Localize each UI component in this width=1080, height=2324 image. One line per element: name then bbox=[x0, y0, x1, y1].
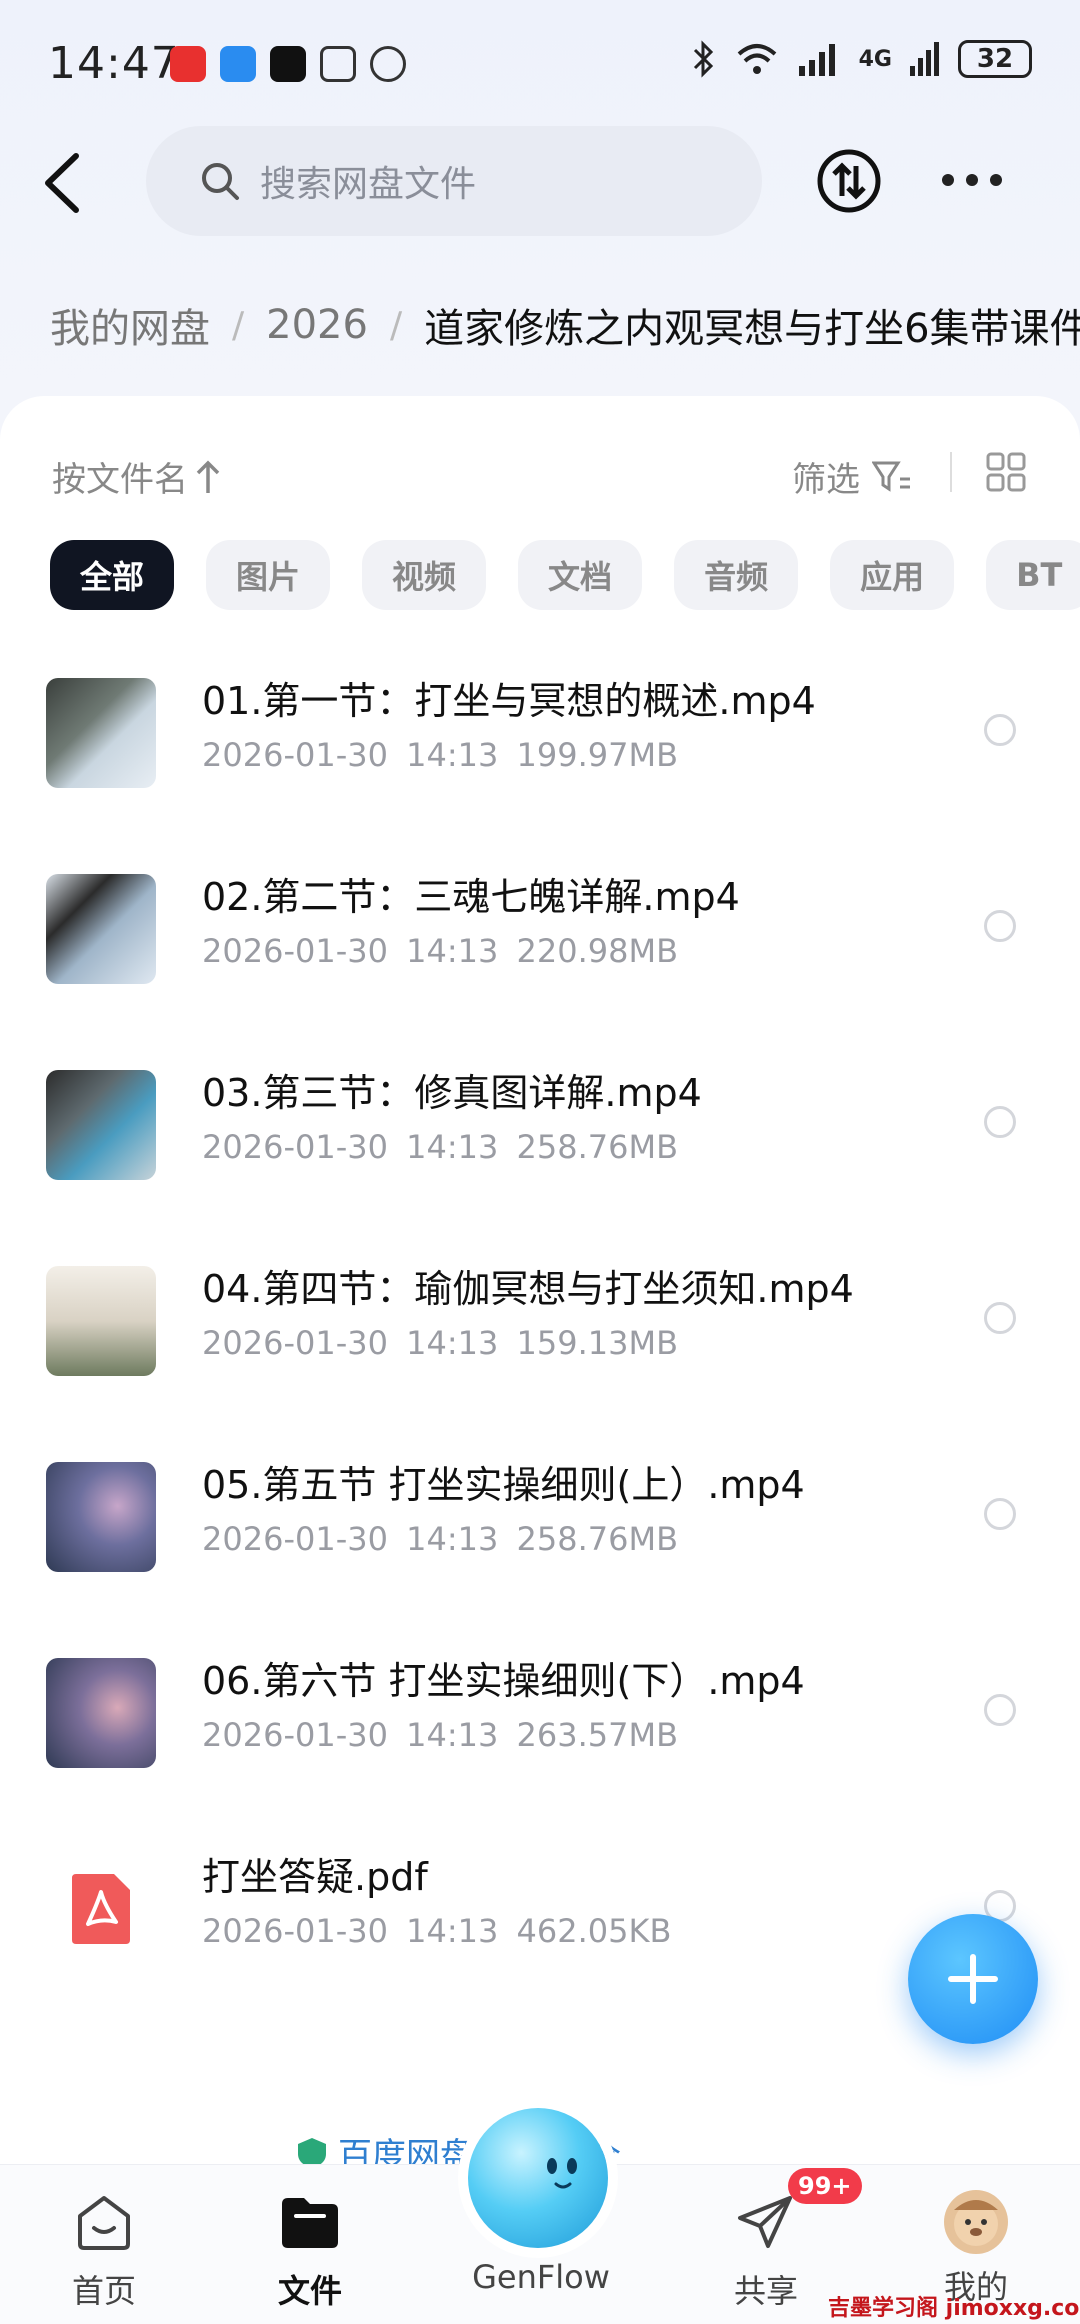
select-radio[interactable] bbox=[984, 714, 1016, 746]
folder-icon bbox=[282, 2198, 338, 2248]
file-meta: 2026-01-30 14:13 258.76MB bbox=[202, 1128, 679, 1166]
file-meta: 2026-01-30 14:13 159.13MB bbox=[202, 1324, 679, 1362]
back-arrow-icon[interactable] bbox=[40, 150, 84, 216]
app-notification-icon bbox=[220, 46, 256, 82]
select-radio[interactable] bbox=[984, 910, 1016, 942]
select-radio[interactable] bbox=[984, 1694, 1016, 1726]
breadcrumb: 我的网盘 / 2026 / 道家修炼之内观冥想与打坐6集带课件 bbox=[50, 296, 1080, 354]
select-radio[interactable] bbox=[984, 1302, 1016, 1334]
nav-home-label: 首页 bbox=[71, 2272, 136, 2310]
share-badge: 99+ bbox=[788, 2168, 862, 2204]
avatar bbox=[944, 2190, 1008, 2254]
file-name: 06.第六节 打坐实操细则(下）.mp4 bbox=[202, 1659, 805, 1703]
list-item[interactable]: 02.第二节：三魂七魄详解.mp4 2026-01-30 14:13 220.9… bbox=[0, 850, 1080, 1046]
search-icon bbox=[202, 163, 239, 200]
list-item[interactable]: 05.第五节 打坐实操细则(上）.mp4 2026-01-30 14:13 25… bbox=[0, 1438, 1080, 1634]
list-item[interactable]: 06.第六节 打坐实操细则(下）.mp4 2026-01-30 14:13 26… bbox=[0, 1634, 1080, 1830]
category-chips: 全部 图片 视频 文档 音频 应用 BT bbox=[50, 540, 1080, 610]
chip-bt[interactable]: BT bbox=[986, 540, 1080, 610]
more-options-icon[interactable] bbox=[942, 160, 1002, 200]
nav-files-label: 文件 bbox=[277, 2272, 342, 2310]
filter-button[interactable]: 筛选 bbox=[792, 452, 912, 501]
chip-images[interactable]: 图片 bbox=[206, 540, 331, 610]
select-radio[interactable] bbox=[984, 1498, 1016, 1530]
file-name: 01.第一节：打坐与冥想的概述.mp4 bbox=[202, 679, 816, 723]
breadcrumb-current: 道家修炼之内观冥想与打坐6集带课件 bbox=[424, 306, 1080, 352]
breadcrumb-separator: / bbox=[389, 304, 403, 346]
divider bbox=[950, 452, 952, 492]
video-thumbnail bbox=[46, 678, 156, 788]
file-name: 打坐答疑.pdf bbox=[202, 1855, 428, 1899]
status-right: 4G 32 bbox=[691, 40, 1032, 78]
file-name: 03.第三节：修真图详解.mp4 bbox=[202, 1071, 702, 1115]
status-bar: 14:47 4G 32 bbox=[0, 0, 1080, 120]
video-thumbnail bbox=[46, 874, 156, 984]
paper-plane-icon bbox=[738, 2196, 792, 2248]
watermark-text: 吉墨学习阁 jimoxxg.com bbox=[828, 2296, 1080, 2321]
grid-view-icon[interactable] bbox=[986, 452, 1026, 492]
status-time: 14:47 bbox=[48, 38, 180, 89]
file-name: 05.第五节 打坐实操细则(上）.mp4 bbox=[202, 1463, 805, 1507]
chip-documents[interactable]: 文档 bbox=[518, 540, 643, 610]
sort-by-name-button[interactable]: 按文件名 bbox=[52, 452, 222, 501]
signal-icon bbox=[798, 44, 835, 76]
file-meta: 2026-01-30 14:13 462.05KB bbox=[202, 1912, 672, 1950]
video-thumbnail bbox=[46, 1462, 156, 1572]
chip-apps[interactable]: 应用 bbox=[830, 540, 955, 610]
search-input[interactable]: 搜索网盘文件 bbox=[146, 126, 762, 236]
nav-share[interactable]: 共享 bbox=[696, 2190, 836, 2312]
filter-label: 筛选 bbox=[792, 460, 860, 500]
nav-home[interactable]: 首页 bbox=[34, 2190, 174, 2312]
file-meta: 2026-01-30 14:13 263.57MB bbox=[202, 1716, 679, 1754]
plus-icon bbox=[948, 1954, 998, 2004]
nav-genflow-label: GenFlow bbox=[472, 2258, 610, 2296]
document-thumbnail bbox=[46, 1266, 156, 1376]
network-type: 4G bbox=[858, 46, 892, 72]
chip-audio[interactable]: 音频 bbox=[674, 540, 799, 610]
arrow-up-icon bbox=[196, 460, 220, 493]
bluetooth-icon bbox=[693, 40, 713, 78]
video-thumbnail bbox=[46, 1070, 156, 1180]
nav-share-label: 共享 bbox=[733, 2272, 798, 2310]
tiktok-icon bbox=[270, 46, 306, 82]
nfc-icon bbox=[320, 46, 356, 82]
genflow-mascot-icon[interactable] bbox=[468, 2108, 608, 2248]
nav-files[interactable]: 文件 bbox=[240, 2190, 380, 2312]
list-item[interactable]: 01.第一节：打坐与冥想的概述.mp4 2026-01-30 14:13 199… bbox=[0, 654, 1080, 850]
breadcrumb-root[interactable]: 我的网盘 bbox=[50, 296, 210, 354]
sort-label: 按文件名 bbox=[52, 460, 188, 500]
file-meta: 2026-01-30 14:13 220.98MB bbox=[202, 932, 679, 970]
select-radio[interactable] bbox=[984, 1106, 1016, 1138]
alarm-icon bbox=[370, 46, 406, 82]
transfer-icon[interactable] bbox=[816, 148, 882, 214]
file-meta: 2026-01-30 14:13 258.76MB bbox=[202, 1520, 679, 1558]
search-placeholder: 搜索网盘文件 bbox=[260, 164, 477, 205]
video-thumbnail bbox=[46, 1658, 156, 1768]
home-icon bbox=[78, 2196, 130, 2250]
breadcrumb-separator: / bbox=[232, 304, 245, 346]
pdf-file-icon bbox=[46, 1854, 156, 1964]
file-meta: 2026-01-30 14:13 199.97MB bbox=[202, 736, 679, 774]
wifi-icon bbox=[737, 44, 776, 74]
battery-indicator: 32 bbox=[958, 40, 1032, 78]
list-item[interactable]: 03.第三节：修真图详解.mp4 2026-01-30 14:13 258.76… bbox=[0, 1046, 1080, 1242]
chip-all[interactable]: 全部 bbox=[50, 540, 175, 610]
filter-icon bbox=[872, 461, 910, 492]
file-name: 04.第四节：瑜伽冥想与打坐须知.mp4 bbox=[202, 1267, 854, 1311]
chip-videos[interactable]: 视频 bbox=[362, 540, 487, 610]
breadcrumb-year[interactable]: 2026 bbox=[266, 302, 368, 348]
genflow-face-icon bbox=[547, 2158, 577, 2189]
add-button[interactable] bbox=[908, 1914, 1038, 2044]
file-name: 02.第二节：三魂七魄详解.mp4 bbox=[202, 875, 740, 919]
huawei-app-icon bbox=[170, 46, 206, 82]
list-item[interactable]: 04.第四节：瑜伽冥想与打坐须知.mp4 2026-01-30 14:13 15… bbox=[0, 1242, 1080, 1438]
signal-2-icon bbox=[910, 42, 939, 76]
